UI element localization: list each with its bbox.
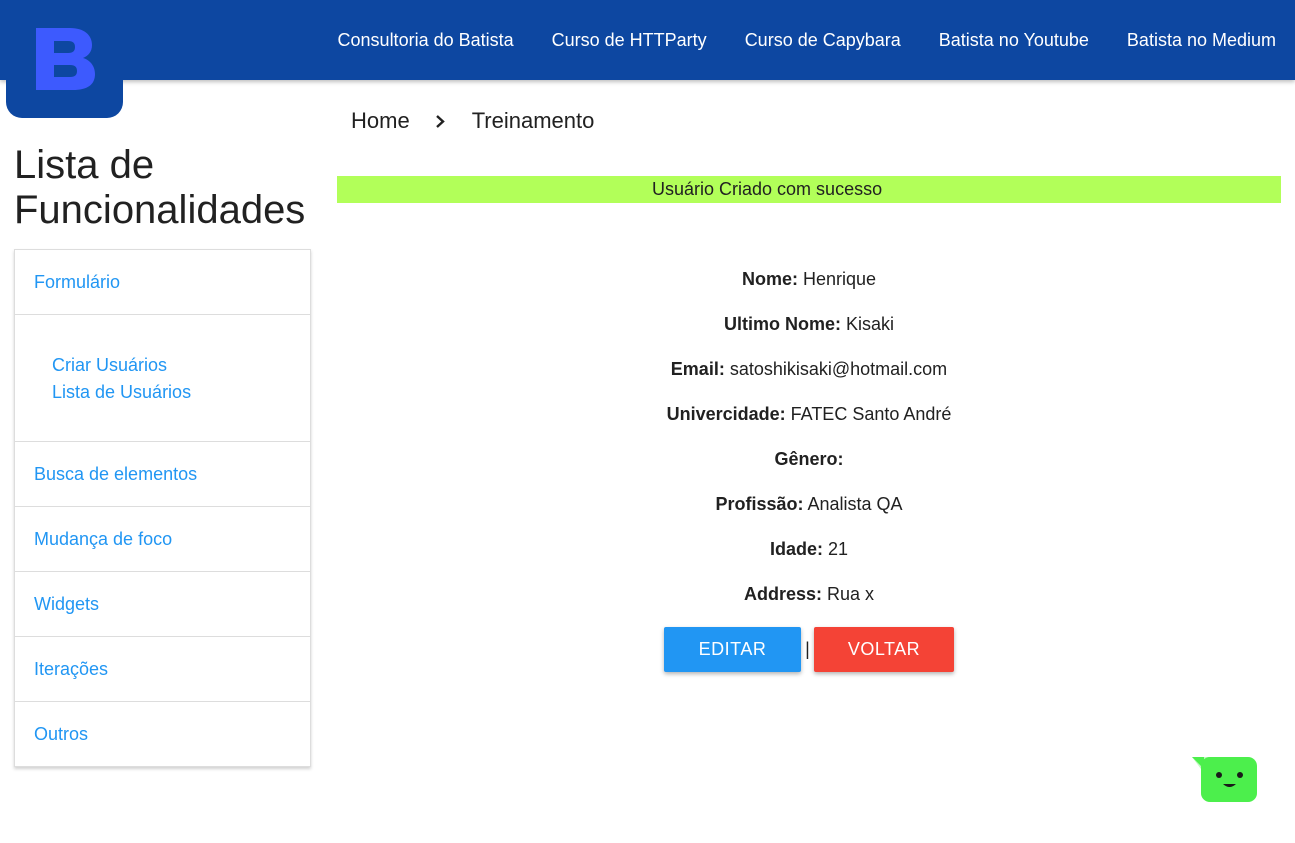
nav-curso-httparty[interactable]: Curso de HTTParty <box>552 30 707 51</box>
sidebar-title: Lista de Funcionalidades <box>14 143 324 233</box>
sidebar-item-mudanca-foco[interactable]: Mudança de foco <box>15 507 310 572</box>
detail-label: Address: <box>743 584 822 604</box>
detail-label: Gênero: <box>774 449 844 469</box>
detail-row-email: Email: satoshikisaki@hotmail.com <box>337 353 1281 398</box>
detail-row-idade: Idade: 21 <box>337 533 1281 578</box>
detail-row-ultimo-nome: Ultimo Nome: Kisaki <box>337 308 1281 353</box>
chevron-right-icon <box>434 112 448 130</box>
success-alert: Usuário Criado com sucesso <box>337 176 1281 203</box>
back-button[interactable]: VOLTAR <box>814 627 954 672</box>
nav-curso-capybara[interactable]: Curso de Capybara <box>745 30 901 51</box>
logo-b-icon <box>35 28 95 90</box>
breadcrumb-home[interactable]: Home <box>351 108 410 134</box>
top-navbar: Consultoria do Batista Curso de HTTParty… <box>0 0 1295 80</box>
user-details: Nome: Henrique Ultimo Nome: Kisaki Email… <box>337 263 1281 623</box>
sidebar-item-iteracoes[interactable]: Iterações <box>15 637 310 702</box>
detail-row-profissao: Profissão: Analista QA <box>337 488 1281 533</box>
detail-label: Idade: <box>769 539 823 559</box>
detail-label: Profissão: <box>715 494 804 514</box>
detail-value: satoshikisaki@hotmail.com <box>724 359 948 379</box>
chat-bot-icon[interactable] <box>1192 755 1258 803</box>
sidebar-submenu-formulario: Criar Usuários Lista de Usuários <box>15 315 310 442</box>
nav-youtube[interactable]: Batista no Youtube <box>939 30 1089 51</box>
sidebar-title-line2: Funcionalidades <box>14 188 306 232</box>
detail-label: Univercidade: <box>666 404 786 424</box>
detail-row-address: Address: Rua x <box>337 578 1281 623</box>
sidebar-item-widgets[interactable]: Widgets <box>15 572 310 637</box>
detail-value: Analista QA <box>803 494 903 514</box>
sidebar-item-outros[interactable]: Outros <box>15 702 310 766</box>
sidebar-subitem-lista-usuarios[interactable]: Lista de Usuários <box>52 379 310 406</box>
sidebar-menu: Formulário Criar Usuários Lista de Usuár… <box>14 249 311 767</box>
detail-row-nome: Nome: Henrique <box>337 263 1281 308</box>
button-divider: | <box>805 639 810 659</box>
edit-button[interactable]: EDITAR <box>664 627 801 672</box>
sidebar-item-formulario[interactable]: Formulário <box>15 250 310 315</box>
detail-value: Kisaki <box>840 314 894 334</box>
top-nav-links: Consultoria do Batista Curso de HTTParty… <box>300 0 1295 80</box>
detail-value: 21 <box>822 539 849 559</box>
sidebar-title-line1: Lista de <box>14 143 155 187</box>
brand-logo[interactable] <box>6 0 123 118</box>
detail-label: Nome: <box>741 269 798 289</box>
action-buttons: EDITAR | VOLTAR <box>664 627 954 672</box>
detail-value: Henrique <box>797 269 877 289</box>
detail-label: Email: <box>670 359 725 379</box>
sidebar-item-busca-elementos[interactable]: Busca de elementos <box>15 442 310 507</box>
detail-value: Rua x <box>822 584 875 604</box>
detail-row-universidade: Univercidade: FATEC Santo André <box>337 398 1281 443</box>
nav-consultoria[interactable]: Consultoria do Batista <box>338 30 514 51</box>
detail-label: Ultimo Nome: <box>723 314 841 334</box>
nav-medium[interactable]: Batista no Medium <box>1127 30 1276 51</box>
breadcrumb: Home Treinamento <box>351 108 594 134</box>
detail-value: FATEC Santo André <box>785 404 952 424</box>
sidebar-subitem-criar-usuarios[interactable]: Criar Usuários <box>52 352 310 379</box>
breadcrumb-current: Treinamento <box>471 108 595 133</box>
detail-row-genero: Gênero: <box>337 443 1281 488</box>
